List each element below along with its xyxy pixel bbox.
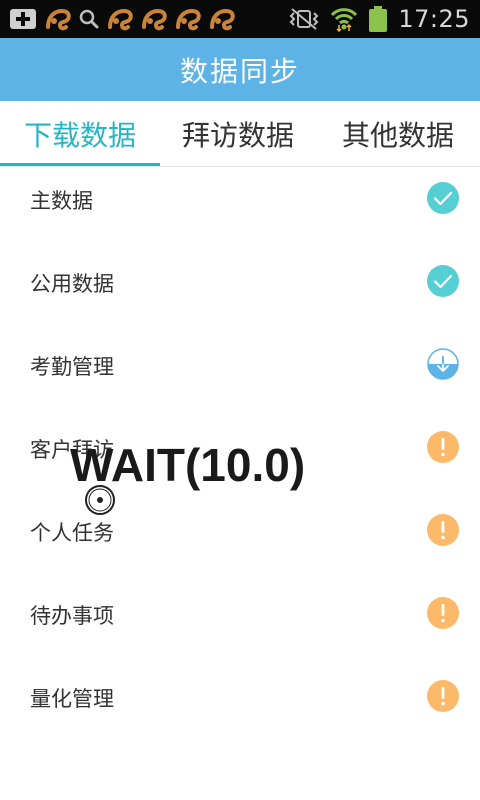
list-item-public-data[interactable]: 公用数据 — [0, 250, 480, 333]
status-bar: 17:25 — [0, 0, 480, 38]
uc-squirrel-icon — [140, 5, 168, 33]
tap-target-icon — [85, 485, 115, 515]
add-icon — [8, 6, 38, 32]
vibrate-muted-icon — [288, 7, 320, 31]
battery-icon — [368, 5, 388, 33]
download-progress-icon — [427, 348, 459, 380]
system-icons: 17:25 — [288, 4, 470, 34]
tab-other-data[interactable]: 其他数据 — [318, 101, 478, 167]
check-icon — [427, 182, 459, 214]
list-item-attendance[interactable]: 考勤管理 — [0, 333, 480, 416]
warning-icon — [427, 597, 459, 629]
warning-icon — [427, 680, 459, 712]
search-icon — [78, 8, 100, 30]
uc-squirrel-icon — [174, 5, 202, 33]
clock: 17:25 — [398, 5, 470, 33]
list-item-label: 主数据 — [30, 188, 93, 213]
header-bar: 数据同步 — [0, 38, 480, 101]
list-item-label: 公用数据 — [30, 271, 114, 296]
warning-icon — [427, 514, 459, 546]
uc-squirrel-icon — [44, 5, 72, 33]
tab-download-data[interactable]: 下载数据 — [0, 101, 160, 167]
page-title: 数据同步 — [179, 54, 300, 88]
uc-squirrel-icon — [106, 5, 134, 33]
wifi-icon — [330, 6, 358, 32]
list-item-label: 待办事项 — [30, 603, 114, 628]
list-item-quantitative-mgmt[interactable]: 量化管理 — [0, 665, 480, 748]
notification-icons — [8, 4, 236, 34]
list-item-todo[interactable]: 待办事项 — [0, 582, 480, 665]
uc-squirrel-icon — [208, 5, 236, 33]
check-icon — [427, 265, 459, 297]
tab-bar: 下载数据 拜访数据 其他数据 — [0, 101, 480, 167]
list-item-label: 考勤管理 — [30, 354, 114, 379]
warning-icon — [427, 431, 459, 463]
list-item-personal-tasks[interactable]: 个人任务 — [0, 499, 480, 582]
tab-visit-data[interactable]: 拜访数据 — [158, 101, 318, 167]
list-item-master-data[interactable]: 主数据 — [0, 167, 480, 250]
list-item-label: 量化管理 — [30, 686, 114, 711]
